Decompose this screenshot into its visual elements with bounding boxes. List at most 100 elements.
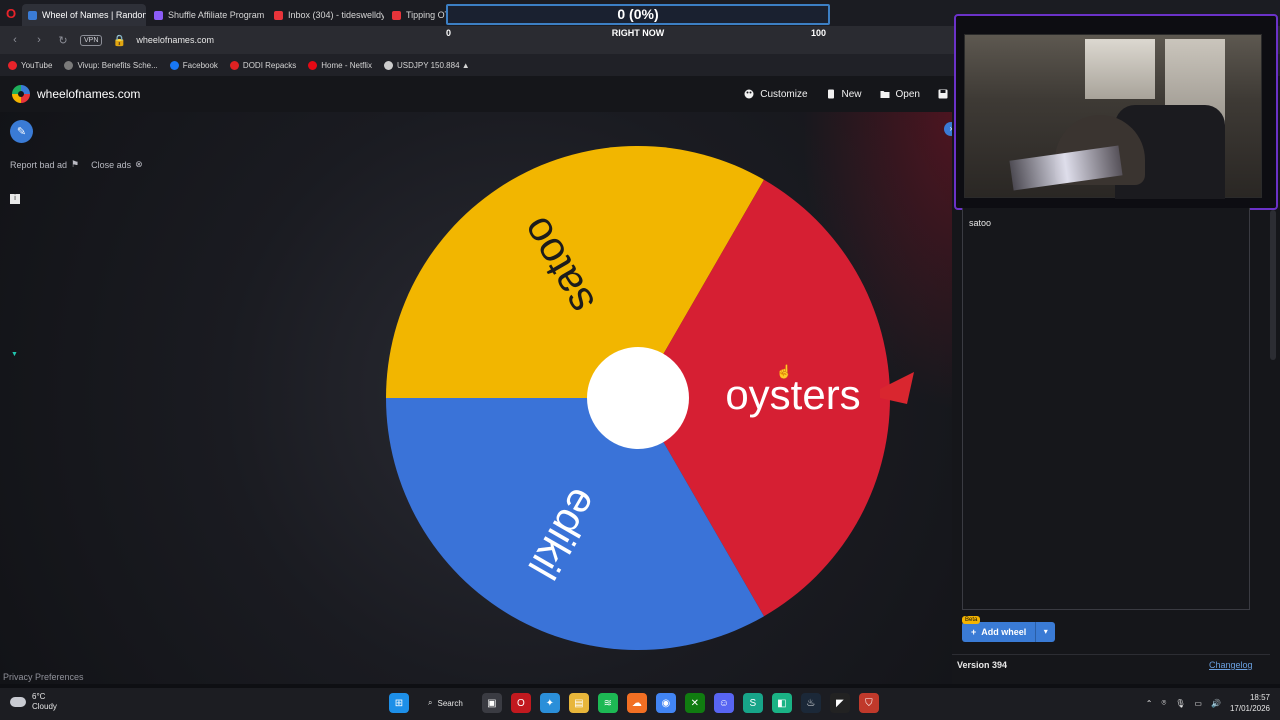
search-icon: ⌕ xyxy=(428,698,433,707)
cloud-icon xyxy=(10,697,26,707)
ad-marker-icon: ▼ xyxy=(11,351,18,358)
bookmark-favicon-icon xyxy=(383,60,393,70)
volume-icon[interactable]: 🔊 xyxy=(1211,699,1221,708)
beta-badge: Beta xyxy=(962,616,981,624)
ad-info-icon[interactable]: i xyxy=(10,194,20,204)
bookmark-favicon-icon xyxy=(8,60,17,70)
folder-icon xyxy=(880,91,890,98)
privacy-preferences-link[interactable]: Privacy Preferences xyxy=(3,672,84,682)
changelog-link[interactable]: Changelog xyxy=(1209,660,1253,670)
version-label: Version 394 xyxy=(957,660,1008,670)
tab-favicon-icon xyxy=(154,10,163,20)
forward-arrow-icon[interactable]: › xyxy=(32,34,46,46)
copilot-icon[interactable]: ✦ xyxy=(539,693,560,713)
browser-tab[interactable]: Wheel of Names | Randon xyxy=(22,4,146,26)
clock[interactable]: 18:57 17/01/2026 xyxy=(1230,692,1270,714)
bookmark-label: Vivup: Benefits Sche... xyxy=(77,60,158,70)
browser-tab[interactable]: Shuffle Affiliate Program - xyxy=(148,4,266,26)
task-view-icon[interactable]: ▣ xyxy=(481,693,502,713)
search-label: Search xyxy=(437,698,463,708)
app-green-icon[interactable]: ◧ xyxy=(771,693,792,713)
entries-textarea[interactable]: satoo xyxy=(962,208,1250,610)
bookmark-item[interactable]: Vivup: Benefits Sche... xyxy=(64,60,158,70)
add-wheel-button[interactable]: + Add wheel xyxy=(962,622,1036,642)
goal-progress-overlay: 0 (0%) 0 RIGHT NOW 100 xyxy=(446,4,830,44)
taskbar-search[interactable]: ⌕ Search xyxy=(418,692,473,714)
add-wheel-dropdown-button[interactable]: ▾ xyxy=(1035,622,1056,642)
clock-time: 18:57 xyxy=(1249,693,1270,702)
discord-icon[interactable]: ☺ xyxy=(713,693,734,713)
open-label: Open xyxy=(895,88,920,100)
url-field[interactable]: wheelofnames.com xyxy=(136,35,214,45)
plus-icon: + xyxy=(971,627,977,637)
taskbar-apps: ⊞ ⌕ Search ▣ O ✦ ▤ ≋ ☁ ◉ ✕ ☺ S ◧ ♨ ◤ ⛉ xyxy=(389,692,879,714)
flag-icon: ⚑ xyxy=(71,159,80,169)
spotify-icon[interactable]: ≋ xyxy=(597,693,618,713)
bookmark-item[interactable]: Home - Netflix xyxy=(308,60,372,70)
new-button[interactable]: New xyxy=(826,89,862,100)
close-ads-link[interactable]: Close ads ⊗ xyxy=(91,159,143,170)
weather-widget[interactable]: 6°C Cloudy xyxy=(10,692,57,712)
opera-logo-icon[interactable]: O xyxy=(0,0,22,26)
steam-icon[interactable]: ♨ xyxy=(800,693,821,713)
bookmark-item[interactable]: YouTube xyxy=(8,60,52,70)
vpn-badge[interactable]: VPN xyxy=(80,34,103,46)
close-circle-icon: ⊗ xyxy=(135,159,143,169)
edit-pencil-button[interactable]: ✎ xyxy=(10,120,33,143)
brand-name: wheelofnames.com xyxy=(37,87,141,101)
save-button[interactable] xyxy=(938,89,948,99)
wheel-center-button[interactable] xyxy=(587,347,689,449)
bookmark-label: Home - Netflix xyxy=(321,60,372,70)
customize-label: Customize xyxy=(760,88,808,100)
open-button[interactable]: Open xyxy=(880,89,920,100)
mouse-cursor-icon: ☝ xyxy=(776,364,793,379)
close-ads-label: Close ads xyxy=(91,159,132,170)
brand[interactable]: wheelofnames.com xyxy=(12,85,140,103)
tab-label: Shuffle Affiliate Program - xyxy=(168,10,266,20)
tab-favicon-icon xyxy=(392,10,401,20)
bookmark-label: DODI Repacks xyxy=(242,60,297,70)
wheel[interactable]: satoooystersedikil xyxy=(382,142,922,662)
app-s-icon[interactable]: S xyxy=(742,693,763,713)
webcam-feed xyxy=(964,34,1262,199)
bookmark-item[interactable]: USDJPY 150.884 ▲ xyxy=(383,60,470,70)
goal-progress-text: 0 (0%) xyxy=(617,6,659,22)
microphone-icon[interactable]: 🎙 xyxy=(1175,699,1185,708)
add-wheel-label: Add wheel xyxy=(981,627,1027,637)
palette-icon xyxy=(744,89,754,99)
tab-favicon-icon xyxy=(274,10,283,20)
chevron-up-icon[interactable]: ⌃ xyxy=(1146,699,1153,708)
goal-mid-label: RIGHT NOW xyxy=(611,28,665,38)
webcam-window-shape xyxy=(1085,39,1155,99)
app-shield-icon[interactable]: ⛉ xyxy=(858,693,879,713)
tab-label: Inbox (304) - tideswelldyle xyxy=(288,10,384,20)
weather-desc: Cloudy xyxy=(32,702,57,711)
bookmark-label: USDJPY 150.884 ▲ xyxy=(396,60,470,70)
windows-start-icon[interactable]: ⊞ xyxy=(389,693,409,713)
bookmark-item[interactable]: Facebook xyxy=(169,60,218,70)
display-icon[interactable]: ▭ xyxy=(1194,699,1202,708)
wheel-segment-label: oysters xyxy=(725,371,860,418)
webcam-overlay xyxy=(954,14,1278,210)
report-bad-ad-link[interactable]: Report bad ad ⚑ xyxy=(10,159,79,170)
bookmark-item[interactable]: DODI Repacks xyxy=(229,60,297,70)
network-icon[interactable]: ⌾ xyxy=(1161,698,1166,708)
back-arrow-icon[interactable]: ‹ xyxy=(8,34,22,46)
browser-tab[interactable]: Inbox (304) - tideswelldyle xyxy=(268,4,384,26)
save-icon xyxy=(938,89,948,99)
bookmark-favicon-icon xyxy=(308,60,318,70)
app-red-icon[interactable]: ◤ xyxy=(829,693,850,713)
soundcloud-icon[interactable]: ☁ xyxy=(626,693,647,713)
opera-icon[interactable]: O xyxy=(510,693,531,713)
weather-temp: 6°C xyxy=(32,692,46,701)
customize-button[interactable]: Customize xyxy=(744,88,808,100)
top-menu: Customize New Open xyxy=(744,76,952,112)
panel-scrollbar[interactable] xyxy=(1270,210,1276,360)
xbox-icon[interactable]: ✕ xyxy=(684,693,705,713)
chrome-icon[interactable]: ◉ xyxy=(655,693,676,713)
lock-icon[interactable]: 🔒 xyxy=(112,34,127,47)
bookmark-favicon-icon xyxy=(169,60,179,70)
reload-icon[interactable]: ↻ xyxy=(56,34,70,47)
file-icon xyxy=(827,89,834,99)
file-explorer-icon[interactable]: ▤ xyxy=(568,693,589,713)
